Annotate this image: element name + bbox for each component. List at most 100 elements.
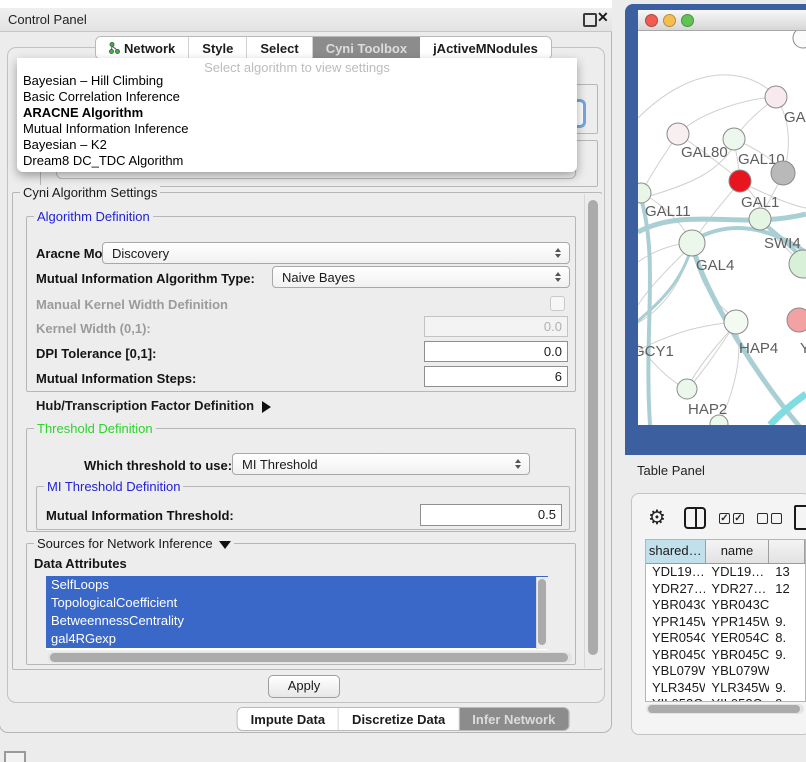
table-row[interactable]: YDR27…YDR27…12 (646, 581, 805, 598)
attribute-item-betweennesscentrality[interactable]: BetweennessCentrality (46, 612, 548, 630)
network-node-gal4[interactable] (679, 230, 705, 256)
minimize-traffic-light-icon[interactable] (663, 14, 676, 27)
network-canvas[interactable]: GALGAL80GAL10GAL1GAL11SWI4GAL4GCY1HAP4YH… (638, 31, 806, 425)
tab-cyni-toolbox[interactable]: Cyni Toolbox (313, 37, 420, 59)
split-columns-icon[interactable] (684, 507, 706, 529)
network-window-titlebar[interactable] (638, 10, 806, 31)
network-node[interactable] (749, 208, 771, 230)
network-edge[interactable] (694, 252, 806, 425)
table-row[interactable]: YBR043CYBR043C (646, 597, 805, 614)
table-row[interactable]: YPR145WYPR145W9. (646, 614, 805, 631)
tab-infer-network[interactable]: Infer Network (459, 708, 568, 730)
table-panel-title: Table Panel (637, 463, 705, 478)
table-row[interactable]: YER054CYER054C8. (646, 630, 805, 647)
network-node[interactable] (793, 31, 806, 48)
table-row[interactable]: YBR045CYBR045C9. (646, 647, 805, 664)
network-edge[interactable] (687, 326, 734, 390)
attr-list-scrollbar-thumb[interactable] (538, 579, 546, 645)
mi-steps-field[interactable]: 6 (424, 366, 568, 387)
aracne-mode-combo[interactable]: Discovery (102, 242, 570, 264)
column-header-name[interactable]: name (706, 540, 770, 563)
algorithm-option-dream8-dc-tdc-algorithm[interactable]: Dream8 DC_TDC Algorithm (23, 153, 183, 169)
network-node[interactable] (771, 161, 795, 185)
sources-group-title[interactable]: Sources for Network Inference (34, 536, 234, 551)
algorithm-option-bayesian-k2[interactable]: Bayesian – K2 (23, 137, 107, 153)
network-edge[interactable] (678, 97, 776, 134)
bottom-tab-bar: Impute DataDiscretize Data Infer Network (237, 707, 570, 731)
network-edge[interactable] (638, 75, 776, 118)
tab-discretize-data[interactable]: Discretize Data (339, 708, 459, 730)
network-node-hap4[interactable] (724, 310, 748, 334)
table-hscrollbar[interactable] (646, 704, 804, 714)
table-rows: YDL19…YDL19…13YDR27…YDR27…12YBR043CYBR04… (646, 564, 805, 702)
table-cell: 9. (769, 680, 805, 697)
node-table[interactable]: shared…name YDL19…YDL19…13YDR27…YDR27…12… (645, 539, 806, 702)
threshold-definition-title: Threshold Definition (34, 421, 156, 436)
algorithm-option-mutual-information-inference[interactable]: Mutual Information Inference (23, 121, 188, 137)
algorithm-option-basic-correlation-inference[interactable]: Basic Correlation Inference (23, 89, 180, 105)
close-icon[interactable]: ✕ (597, 9, 609, 26)
tab-jactivemnodules[interactable]: jActiveMNodules (420, 37, 551, 59)
settings-hscrollbar-thumb[interactable] (50, 653, 568, 662)
mi-threshold-field[interactable]: 0.5 (420, 504, 562, 526)
column-header-shared[interactable]: shared… (646, 540, 706, 563)
table-cell: YBR043C (646, 597, 705, 614)
table-hscrollbar-thumb[interactable] (648, 705, 800, 713)
network-node-hap2[interactable] (677, 379, 697, 399)
table-cell: YDL19… (646, 564, 705, 581)
attribute-item-gal4rgexp[interactable]: gal4RGexp (46, 630, 548, 648)
tab-label: Select (260, 38, 298, 59)
network-node-gal80[interactable] (667, 123, 689, 145)
table-cell: YER054C (705, 630, 769, 647)
settings-scrollbar-thumb[interactable] (588, 200, 598, 655)
close-traffic-light-icon[interactable] (645, 14, 658, 27)
deselect-all-icon[interactable] (771, 513, 782, 524)
zoom-traffic-light-icon[interactable] (681, 14, 694, 27)
dock-panel-icon[interactable] (4, 751, 26, 762)
tab-label: Network (124, 38, 175, 59)
network-edge[interactable] (638, 250, 690, 328)
tab-style[interactable]: Style (189, 37, 247, 59)
algorithm-option-aracne-algorithm[interactable]: ARACNE Algorithm (23, 105, 143, 121)
deselect-all-icon[interactable] (757, 513, 768, 524)
attr-list-scrollbar[interactable] (536, 577, 548, 649)
network-node-gal11[interactable] (638, 183, 651, 203)
node-label-gcy1: GCY1 (638, 343, 674, 360)
manual-kernel-checkbox[interactable] (550, 296, 565, 311)
settings-scrollbar[interactable] (584, 194, 602, 668)
algorithm-option-bayesian-hill-climbing[interactable]: Bayesian – Hill Climbing (23, 73, 163, 89)
network-node-gal10[interactable] (723, 128, 745, 150)
tab-label: Infer Network (472, 709, 555, 730)
attribute-item-selfloops[interactable]: SelfLoops (46, 576, 548, 594)
kernel-width-field[interactable]: 0.0 (424, 316, 568, 337)
select-all-icon[interactable]: ✓ (719, 513, 730, 524)
table-cell: YER054C (646, 630, 705, 647)
tab-select[interactable]: Select (247, 37, 312, 59)
table-row[interactable]: YLR345WYLR345W9. (646, 680, 805, 697)
table-row[interactable]: YIL052CYIL052C9. (646, 696, 805, 702)
apply-button[interactable]: Apply (268, 675, 340, 698)
which-threshold-combo[interactable]: MI Threshold (232, 453, 530, 475)
column-header-2[interactable] (769, 540, 805, 563)
tab-impute-data[interactable]: Impute Data (238, 708, 339, 730)
select-all-icon[interactable]: ✓ (733, 513, 744, 524)
network-graph[interactable]: GALGAL80GAL10GAL1GAL11SWI4GAL4GCY1HAP4YH… (638, 31, 806, 425)
table-row[interactable]: YBL079WYBL079W (646, 663, 805, 680)
document-icon[interactable] (794, 505, 806, 530)
settings-hscrollbar[interactable] (48, 652, 572, 663)
dpi-tolerance-field[interactable]: 0.0 (424, 341, 568, 362)
table-cell: YBR045C (646, 647, 705, 664)
network-node-gal[interactable] (765, 86, 787, 108)
hub-definition-toggle[interactable]: Hub/Transcription Factor Definition (36, 398, 271, 413)
table-row[interactable]: YDL19…YDL19…13 (646, 564, 805, 581)
mi-type-combo[interactable]: Naive Bayes (272, 266, 570, 288)
mi-threshold-group-title: MI Threshold Definition (44, 479, 183, 494)
gear-icon[interactable]: ⚙ (648, 505, 666, 530)
network-node-y[interactable] (787, 308, 806, 332)
node-label-gal11: GAL11 (645, 203, 691, 220)
network-node-gal1[interactable] (729, 170, 751, 192)
tab-network[interactable]: Network (96, 37, 189, 59)
float-icon[interactable] (583, 13, 597, 27)
attribute-item-topologicalcoefficient[interactable]: TopologicalCoefficient (46, 594, 548, 612)
table-cell: YPR145W (705, 614, 769, 631)
